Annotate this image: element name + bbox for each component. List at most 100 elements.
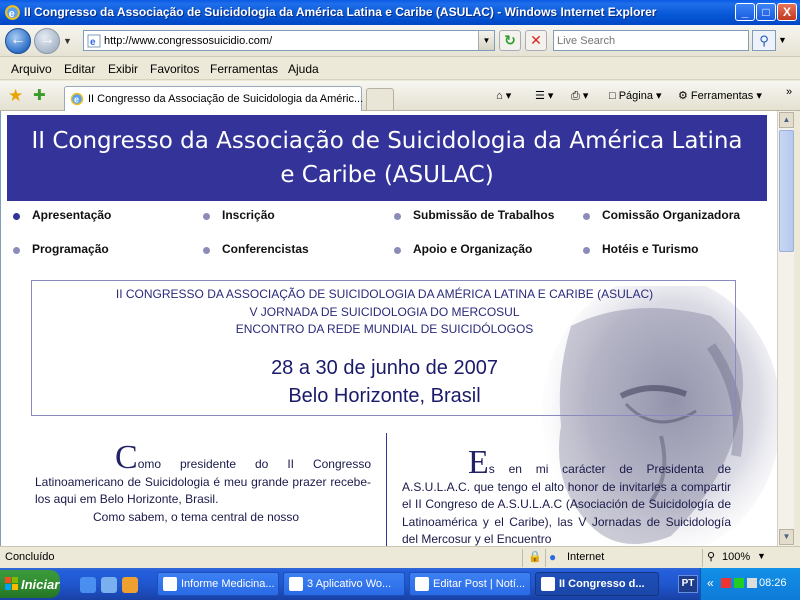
quicklaunch-media-icon[interactable] <box>122 577 138 593</box>
home-icon[interactable]: ⌂ ▾ <box>496 89 511 102</box>
svg-text:e: e <box>90 37 96 48</box>
site-banner: II Congresso da Associação de Suicidolog… <box>7 115 767 201</box>
nav-bullet-icon <box>203 213 210 220</box>
nav-apoio-organizacao[interactable]: Apoio e Organização <box>413 242 532 256</box>
page-menu-label: Página <box>618 90 653 102</box>
favorites-star-icon[interactable]: ★ <box>8 86 23 106</box>
feeds-icon[interactable]: ☰ ▾ <box>535 89 553 102</box>
task-aplicativo-word[interactable]: 3 Aplicativo Wo... <box>283 572 405 596</box>
nav-comissao-organizadora[interactable]: Comissão Organizadora <box>602 208 740 222</box>
search-dropdown-icon[interactable]: ▼ <box>778 35 787 45</box>
toolbar-overflow-icon[interactable]: » <box>786 86 792 98</box>
status-bar: Concluído 🔒 ● Internet ⚲ 100% ▼ <box>0 546 800 568</box>
banner-line-1: II Congresso da Associação de Suicidolog… <box>31 128 743 154</box>
event-subtitle-1: V JORNADA DE SUICIDOLOGIA DO MERCOSUL <box>249 305 520 319</box>
nav-apresentacao[interactable]: Apresentação <box>32 208 111 222</box>
language-indicator[interactable]: PT <box>678 575 698 593</box>
address-bar[interactable]: e ▼ <box>83 30 495 51</box>
menu-arquivo[interactable]: Arquivo <box>11 62 52 76</box>
search-box[interactable] <box>553 30 749 51</box>
menu-ferramentas[interactable]: Ferramentas <box>210 62 278 76</box>
tab-current[interactable]: e II Congresso da Associação de Suicidol… <box>64 86 363 111</box>
event-location: Belo Horizonte, Brasil <box>288 385 481 407</box>
browser-window: e II Congresso da Associação de Suicidol… <box>0 0 800 600</box>
event-title: II CONGRESSO DA ASSOCIAÇÃO DE SUICIDOLOG… <box>115 287 654 301</box>
forward-arrow-icon: → <box>39 31 55 48</box>
title-bar: e II Congresso da Associação de Suicidol… <box>0 0 800 25</box>
status-text: Concluído <box>5 551 55 563</box>
tray-network-icon[interactable] <box>734 578 744 588</box>
nav-hoteis-turismo[interactable]: Hotéis e Turismo <box>602 242 698 256</box>
task-editar-post[interactable]: Editar Post | Notí... <box>409 572 531 596</box>
nav-bullet-icon <box>583 213 590 220</box>
address-dropdown-icon[interactable]: ▼ <box>478 31 494 50</box>
new-tab-button[interactable] <box>366 88 394 110</box>
nav-submissao-trabalhos[interactable]: Submissão de Trabalhos <box>413 208 554 222</box>
quicklaunch-desktop-icon[interactable] <box>101 577 117 593</box>
add-favorite-icon[interactable]: ✚ <box>33 86 46 104</box>
status-separator <box>545 549 546 567</box>
status-separator <box>702 549 703 567</box>
page-viewport: II Congresso da Associação de Suicidolog… <box>0 111 777 546</box>
welcome-text-portuguese: Como presidente do II Congresso Latinoam… <box>35 441 371 526</box>
menu-ajuda[interactable]: Ajuda <box>288 62 319 76</box>
navigation-bar: ← → ▼ e ▼ ↻ ✕ ⚲ ▼ <box>0 25 800 57</box>
history-dropdown-icon[interactable]: ▼ <box>63 36 72 46</box>
task-ii-congresso[interactable]: II Congresso d... <box>535 572 659 596</box>
menu-favoritos[interactable]: Favoritos <box>150 62 199 76</box>
url-input[interactable] <box>104 33 474 48</box>
forward-button[interactable]: → <box>34 28 60 54</box>
page-menu-button[interactable]: □ Página ▾ <box>609 89 662 102</box>
scroll-thumb[interactable] <box>779 130 794 252</box>
start-button[interactable]: Iniciar <box>0 570 60 598</box>
minimize-button[interactable]: _ <box>735 3 755 21</box>
nav-bullet-icon <box>583 247 590 254</box>
scroll-down-icon[interactable]: ▼ <box>779 529 794 545</box>
window-title: II Congresso da Associação de Suicidolog… <box>24 5 657 19</box>
close-button[interactable]: X <box>777 3 797 21</box>
svg-text:e: e <box>9 8 15 20</box>
task-app-icon <box>163 577 177 591</box>
tab-bar: ★ ✚ e II Congresso da Associação de Suic… <box>0 81 800 111</box>
zoom-level[interactable]: 100% <box>722 551 750 563</box>
welcome-text-spanish: Es en mi carácter de Presidenta de A.S.U… <box>402 446 731 547</box>
dropcap-e: E <box>468 444 489 481</box>
task-app-icon <box>415 577 429 591</box>
tools-menu-label: Ferramentas <box>690 90 754 102</box>
scroll-up-icon[interactable]: ▲ <box>779 112 794 128</box>
tray-app-icon[interactable] <box>721 578 731 588</box>
quicklaunch-ie-icon[interactable] <box>80 577 96 593</box>
print-icon[interactable]: ⎙ ▾ <box>571 89 588 103</box>
tray-expand-icon[interactable]: « <box>707 576 714 590</box>
stop-button[interactable]: ✕ <box>525 30 547 51</box>
dropcap-c: C <box>115 439 138 476</box>
banner-line-2: e Caribe (ASULAC) <box>280 162 494 188</box>
security-lock-icon: 🔒 <box>528 551 542 563</box>
task-informe-medicina[interactable]: Informe Medicina... <box>157 572 279 596</box>
event-date: 28 a 30 de junho de 2007 <box>271 357 498 379</box>
nav-bullet-icon <box>394 213 401 220</box>
ie-logo-icon: e <box>5 5 20 20</box>
menu-exibir[interactable]: Exibir <box>108 62 138 76</box>
event-subtitle-2: ENCONTRO DA REDE MUNDIAL DE SUICIDÓLOGOS <box>235 322 534 336</box>
nav-programacao[interactable]: Programação <box>32 242 109 256</box>
refresh-button[interactable]: ↻ <box>499 30 521 51</box>
start-label: Iniciar <box>21 577 60 592</box>
search-icon[interactable]: ⚲ <box>752 30 776 51</box>
vertical-scrollbar[interactable]: ▲ ▼ <box>777 111 794 546</box>
tray-volume-icon[interactable] <box>747 578 757 588</box>
nav-conferencistas[interactable]: Conferencistas <box>222 242 309 256</box>
menu-editar[interactable]: Editar <box>64 62 95 76</box>
maximize-button[interactable]: □ <box>756 3 776 21</box>
tools-menu-button[interactable]: ⚙ Ferramentas ▾ <box>678 89 762 102</box>
status-separator <box>522 549 523 567</box>
welcome-paragraph-pt: omo presidente do II Congresso Latinoame… <box>35 457 371 506</box>
back-arrow-icon: ← <box>10 31 26 48</box>
zoom-dropdown-icon[interactable]: ▼ <box>757 551 766 561</box>
clock[interactable]: 08:26 <box>759 577 787 589</box>
back-button[interactable]: ← <box>5 28 31 54</box>
search-input[interactable] <box>557 33 742 48</box>
nav-inscricao[interactable]: Inscrição <box>222 208 275 222</box>
globe-icon: ● <box>549 550 557 564</box>
nav-bullet-icon <box>203 247 210 254</box>
